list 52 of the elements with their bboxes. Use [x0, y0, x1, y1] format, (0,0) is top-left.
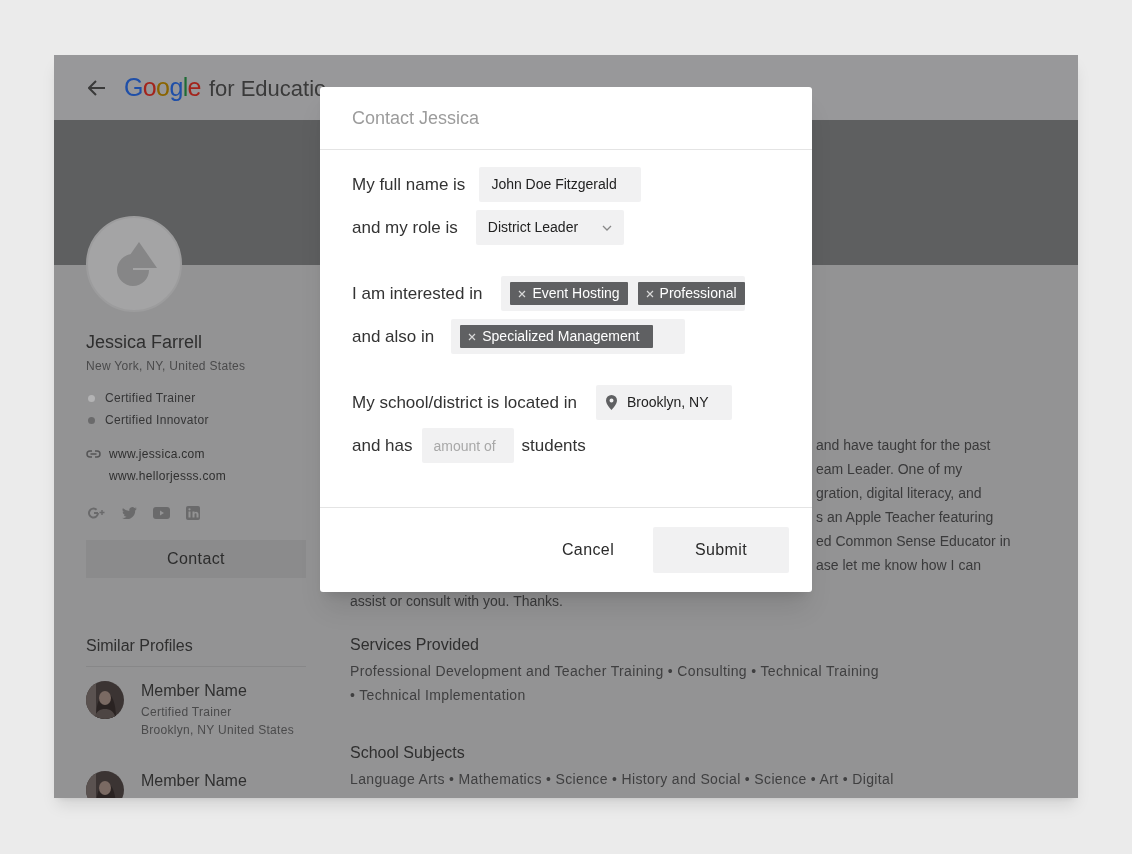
- back-arrow-icon[interactable]: [88, 79, 106, 96]
- field-label: students: [521, 434, 586, 457]
- interest-chip[interactable]: Event Hosting: [510, 282, 628, 305]
- certification-label: Certified Trainer: [105, 390, 196, 407]
- link-icon: [86, 450, 101, 458]
- interest-chips-field[interactable]: Event Hosting Professional: [501, 276, 746, 311]
- section-heading: School Subjects: [350, 743, 466, 763]
- close-icon[interactable]: [645, 289, 654, 298]
- section-heading: Services Provided: [350, 635, 480, 655]
- close-icon[interactable]: [468, 332, 477, 341]
- interest-chip[interactable]: Professional: [637, 282, 745, 305]
- about-text: eam Leader. One of my: [816, 460, 964, 479]
- about-text: gration, digital literacy, and: [816, 484, 983, 503]
- location-input[interactable]: Brooklyn, NY: [595, 385, 732, 420]
- logo: Google: [124, 71, 201, 103]
- member-location: Brooklyn, NY United States: [141, 722, 294, 739]
- role-dropdown[interactable]: District Leader: [475, 210, 624, 245]
- page-title: for Educatio: [208, 74, 327, 103]
- field-label: My full name is: [352, 173, 466, 196]
- close-icon[interactable]: [518, 289, 527, 298]
- section-heading: Similar Profiles: [86, 634, 306, 667]
- interest-chip[interactable]: Specialized Management: [460, 325, 654, 348]
- student-count-input[interactable]: amount of: [421, 428, 514, 463]
- about-text: ase let me know how I can: [816, 556, 982, 575]
- profile-name: Jessica Farrell: [86, 331, 204, 354]
- location-pin-icon: [605, 395, 617, 410]
- about-text: ed Common Sense Educator in: [816, 532, 1011, 551]
- member-name[interactable]: Member Name: [141, 679, 294, 703]
- field-label: and my role is: [352, 216, 458, 239]
- field-label: I am interested in: [352, 282, 483, 305]
- interest-chips-field[interactable]: Specialized Management: [451, 319, 686, 354]
- field-label: and has: [352, 434, 413, 457]
- name-input[interactable]: John Doe Fitzgerald: [479, 167, 642, 202]
- website-link[interactable]: www.hellorjesss.com: [109, 467, 227, 485]
- field-label: My school/district is located in: [352, 391, 577, 414]
- contact-button[interactable]: Contact: [86, 540, 306, 578]
- chevron-down-icon: [601, 224, 612, 231]
- member-name[interactable]: Member Name: [141, 769, 247, 793]
- section-text: Professional Development and Teacher Training • Consulting • Technical Training: [350, 662, 880, 681]
- profile-location: New York, NY, United States: [86, 358, 247, 375]
- field-label: and also in: [352, 325, 435, 348]
- about-text: assist or consult with you. Thanks.: [350, 592, 564, 611]
- website-link[interactable]: www.jessica.com: [109, 445, 205, 463]
- about-text: and have taught for the past: [816, 436, 992, 455]
- section-text: Language Arts • Mathematics • Science • History and Social • Science • Art • Digital: [350, 770, 895, 789]
- member-role: Certified Trainer: [141, 704, 233, 721]
- certification-label: Certified Innovator: [105, 412, 209, 429]
- cancel-button[interactable]: Cancel: [533, 527, 643, 573]
- section-text: • Technical Implementation: [350, 686, 527, 705]
- dialog-title: Contact Jessica: [352, 106, 480, 130]
- submit-button[interactable]: Submit: [653, 527, 789, 573]
- about-text: s an Apple Teacher featuring: [816, 508, 995, 527]
